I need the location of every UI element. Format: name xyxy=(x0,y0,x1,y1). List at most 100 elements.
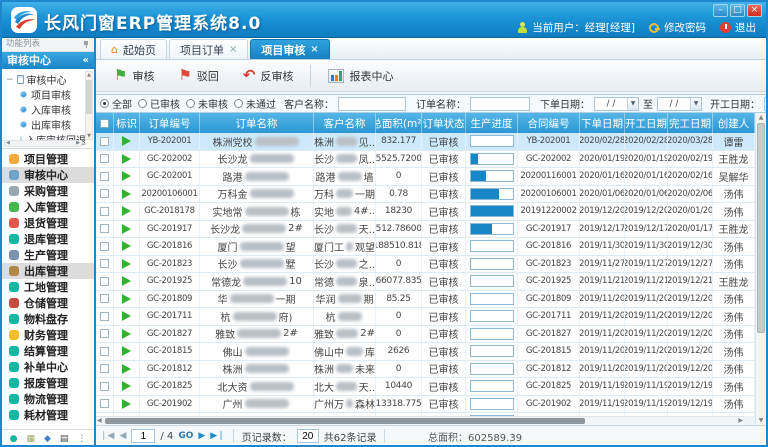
tab-项目订单[interactable]: 项目订单 × xyxy=(169,39,248,59)
table-row[interactable]: 20200106001 万科金 万科一期 0.78 已审核 2020010600… xyxy=(96,186,755,204)
sidebar-item-结算管理[interactable]: 结算管理 xyxy=(2,343,94,359)
table-row[interactable]: GC-201812 株洲 株洲未来 0 已审核 GC-201812 2019/1… xyxy=(96,361,755,379)
col-flag[interactable]: 标识 xyxy=(114,113,140,133)
row-checkbox[interactable] xyxy=(100,189,109,198)
table-row[interactable]: GC-202002 长沙龙 长沙凤.. 65525.7200.. 已审核 GC-… xyxy=(96,151,755,169)
tab-起始页[interactable]: ⌂ 起始页 xyxy=(100,39,167,59)
row-checkbox[interactable] xyxy=(100,242,109,251)
tree-root-node[interactable]: − 审核中心 xyxy=(6,72,84,87)
close-tab-icon[interactable]: × xyxy=(310,44,318,55)
sidebar-section-header[interactable]: 审核中心 « xyxy=(2,52,94,69)
more-icon[interactable]: ⋮ xyxy=(77,434,86,444)
pin-icon[interactable] xyxy=(83,41,90,48)
sidebar-item-补单中心[interactable]: 补单中心 xyxy=(2,359,94,375)
go-button[interactable]: GO xyxy=(178,431,193,441)
scroll-thumb[interactable] xyxy=(757,123,765,333)
sidebar-item-工地管理[interactable]: 工地管理 xyxy=(2,279,94,295)
radio-未审核[interactable]: 未审核 xyxy=(186,96,228,111)
order-date-to-picker[interactable]: / /▼ xyxy=(657,97,702,111)
close-button[interactable]: × xyxy=(747,4,762,17)
start-date-picker[interactable]: / /▼ xyxy=(764,97,766,111)
scroll-right-icon[interactable]: ▶ xyxy=(76,141,80,146)
chevron-down-icon[interactable]: ▼ xyxy=(690,98,701,110)
sidebar-item-物料盘存[interactable]: 物料盘存 xyxy=(2,311,94,327)
row-checkbox[interactable] xyxy=(100,224,109,233)
row-checkbox[interactable] xyxy=(100,137,109,146)
customer-name-input[interactable] xyxy=(338,97,406,111)
order-name-input[interactable] xyxy=(470,97,530,111)
scroll-left-icon[interactable]: ◀ xyxy=(6,141,10,146)
maximize-button[interactable]: □ xyxy=(730,4,745,17)
row-checkbox[interactable] xyxy=(100,154,109,163)
tree-horizontal-scrollbar[interactable]: ◀ ▶ xyxy=(4,140,82,147)
scroll-right-icon[interactable]: ▶ xyxy=(738,417,743,425)
order-date-from-picker[interactable]: / /▼ xyxy=(594,97,639,111)
sidebar-item-入库管理[interactable]: 入库管理 xyxy=(2,199,94,215)
col-area[interactable]: 总面积(m²) xyxy=(376,113,422,133)
scroll-up-icon[interactable]: ▲ xyxy=(756,114,766,121)
sidebar-item-项目管理[interactable]: 项目管理 xyxy=(2,151,94,167)
change-password-button[interactable]: 修改密码 xyxy=(649,20,706,35)
tree-item[interactable]: 项目审核 xyxy=(6,87,84,102)
tab-项目审核[interactable]: 项目审核 × xyxy=(250,39,329,59)
tree-item[interactable]: 入库审核 xyxy=(6,102,84,117)
row-checkbox[interactable] xyxy=(100,172,109,181)
col-finish-date[interactable]: 完工日期 xyxy=(668,113,713,133)
col-customer[interactable]: 客户名称 xyxy=(314,113,376,133)
horizontal-scrollbar[interactable]: ◀ ▶ xyxy=(96,416,744,425)
sidebar-item-退货管理[interactable]: 退货管理 xyxy=(2,215,94,231)
row-checkbox[interactable] xyxy=(100,207,109,216)
报表中心-button[interactable]: 报表中心 xyxy=(318,63,403,89)
table-row[interactable]: YB-202001 株洲党校 株洲见.. 832.177 已审核 YB-2020… xyxy=(96,133,755,151)
logout-button[interactable]: 退出 xyxy=(720,20,756,35)
last-page-button[interactable]: ▶❘ xyxy=(210,431,224,441)
row-checkbox[interactable] xyxy=(100,277,109,286)
col-order-date[interactable]: 下单日期 xyxy=(580,113,625,133)
chevron-down-icon[interactable]: ▼ xyxy=(627,98,638,110)
sidebar-item-采购管理[interactable]: 采购管理 xyxy=(2,183,94,199)
cart-icon[interactable]: ▦ xyxy=(26,434,35,444)
sidebar-item-退库管理[interactable]: 退库管理 xyxy=(2,231,94,247)
sidebar-item-生产管理[interactable]: 生产管理 xyxy=(2,247,94,263)
row-checkbox[interactable] xyxy=(100,399,109,408)
col-progress[interactable]: 生产进度 xyxy=(466,113,518,133)
table-row[interactable]: GC-201711 杭府) 杭 0 已审核 GC-201711 2019/11/… xyxy=(96,308,755,326)
table-row[interactable]: GC-201827 雅致2# 雅致2# 0 已审核 GC-201827 2019… xyxy=(96,326,755,344)
sidebar-item-审核中心[interactable]: 审核中心 xyxy=(2,167,94,183)
table-row[interactable]: GC-2018178 实地常栋 实地4#.. 18230 已审核 2019122… xyxy=(96,203,755,221)
scroll-thumb[interactable] xyxy=(86,80,92,114)
table-row[interactable]: GC-201816 厦门望 厦门工观望 188510.818 已审核 GC-20… xyxy=(96,238,755,256)
radio-未通过[interactable]: 未通过 xyxy=(234,96,276,111)
select-all-checkbox[interactable] xyxy=(100,119,109,128)
驳回-button[interactable]: ⚑ 驳回 xyxy=(168,63,228,89)
row-checkbox[interactable] xyxy=(100,347,109,356)
vertical-scrollbar[interactable]: ▲ ▼ xyxy=(755,113,766,425)
col-contract-no[interactable]: 合同编号 xyxy=(518,113,580,133)
col-status[interactable]: 订单状态 xyxy=(422,113,466,133)
sidebar-item-财务管理[interactable]: 财务管理 xyxy=(2,327,94,343)
module-dot-icon[interactable]: ● xyxy=(10,434,18,444)
tree-vertical-scrollbar[interactable]: ▲ ▼ xyxy=(85,71,93,140)
row-checkbox[interactable] xyxy=(100,329,109,338)
scroll-thumb[interactable] xyxy=(105,418,585,424)
row-checkbox[interactable] xyxy=(100,312,109,321)
row-checkbox[interactable] xyxy=(100,364,109,373)
col-creator[interactable]: 创建人 xyxy=(713,113,755,133)
collapse-icon[interactable]: « xyxy=(83,52,89,69)
minimize-button[interactable]: – xyxy=(713,4,728,17)
book-icon[interactable]: ▤ xyxy=(60,434,69,444)
scroll-down-icon[interactable]: ▼ xyxy=(756,417,766,424)
prev-page-button[interactable]: ◀ xyxy=(119,431,126,441)
scroll-up-icon[interactable]: ▲ xyxy=(86,72,92,78)
反审核-button[interactable]: ↶ 反审核 xyxy=(233,63,304,89)
close-tab-icon[interactable]: × xyxy=(229,44,237,55)
table-row[interactable]: GC-201917 长沙龙2# 长沙天.. 8512.78600.. 已审核 G… xyxy=(96,221,755,239)
table-row[interactable]: GC-201825 北大资 北大天.. 10440 已审核 GC-201825 … xyxy=(96,378,755,396)
row-checkbox[interactable] xyxy=(100,259,109,268)
tree-item[interactable]: 出库审核 xyxy=(6,117,84,132)
table-row[interactable]: GC-202001 路港 路港墙 0 已审核 20200116001 2020/… xyxy=(96,168,755,186)
sidebar-item-仓储管理[interactable]: 仓储管理 xyxy=(2,295,94,311)
leaf-icon[interactable]: ◆ xyxy=(44,434,51,444)
table-row[interactable]: GC-201925 常德龙10 常德泉.. 266077.835.. 已审核 G… xyxy=(96,273,755,291)
expander-icon[interactable]: − xyxy=(6,75,14,85)
